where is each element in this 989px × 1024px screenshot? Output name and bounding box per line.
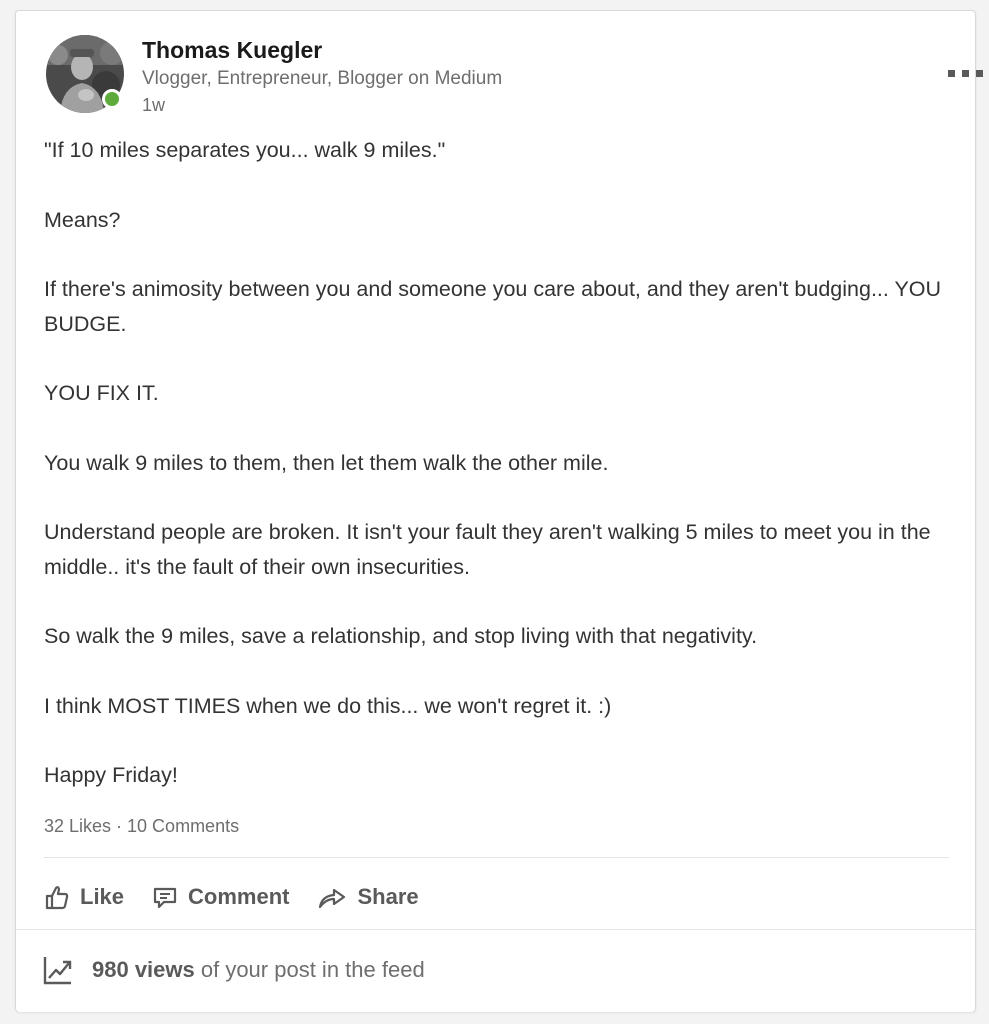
social-counts[interactable]: 32 Likes · 10 Comments [44, 816, 239, 837]
post-card: Thomas Kuegler Vlogger, Entrepreneur, Bl… [15, 10, 983, 1012]
post-paragraph: Understand people are broken. It isn't y… [44, 520, 931, 579]
more-options-icon [948, 70, 955, 77]
more-options-dot [976, 70, 983, 77]
post-paragraph: "If 10 miles separates you... walk 9 mil… [44, 138, 446, 162]
author-name[interactable]: Thomas Kuegler [142, 37, 322, 64]
like-button[interactable]: Like [44, 884, 124, 910]
comment-icon [153, 887, 177, 909]
divider [44, 857, 949, 858]
post-body: "If 10 miles separates you... walk 9 mil… [44, 133, 944, 793]
views-count: 980 views [92, 957, 195, 982]
post-paragraph: Happy Friday! [44, 763, 178, 787]
thumbs-up-icon [45, 886, 69, 910]
post-paragraph: I think MOST TIMES when we do this... we… [44, 693, 612, 718]
views-summary: 980 views of your post in the feed [42, 954, 425, 986]
share-label: Share [357, 884, 419, 909]
post-paragraph: YOU FIX IT. [44, 381, 159, 405]
online-status-indicator [102, 89, 122, 109]
post-actions-bar: Like Comment Share [44, 877, 447, 917]
post-analytics-footer[interactable]: 980 views of your post in the feed [16, 929, 975, 1012]
comment-button[interactable]: Comment [152, 884, 289, 910]
post-paragraph: Means? [44, 207, 121, 232]
post-paragraph: So walk the 9 miles, save a relationship… [44, 624, 758, 648]
more-options-button[interactable] [948, 67, 984, 79]
share-button[interactable]: Share [317, 884, 419, 910]
views-description: of your post in the feed [194, 957, 425, 982]
share-arrow-icon [319, 888, 346, 909]
trending-chart-icon [43, 957, 72, 985]
more-options-dot [962, 70, 969, 77]
author-headline: Vlogger, Entrepreneur, Blogger on Medium [142, 68, 503, 89]
post-paragraph: You walk 9 miles to them, then let them … [44, 450, 609, 475]
post-header: Thomas Kuegler Vlogger, Entrepreneur, Bl… [46, 35, 983, 115]
post-paragraph: If there's animosity between you and som… [44, 277, 942, 336]
avatar[interactable] [46, 35, 124, 113]
like-label: Like [80, 884, 125, 909]
comment-label: Comment [188, 884, 290, 909]
post-timestamp: 1w [142, 95, 166, 115]
